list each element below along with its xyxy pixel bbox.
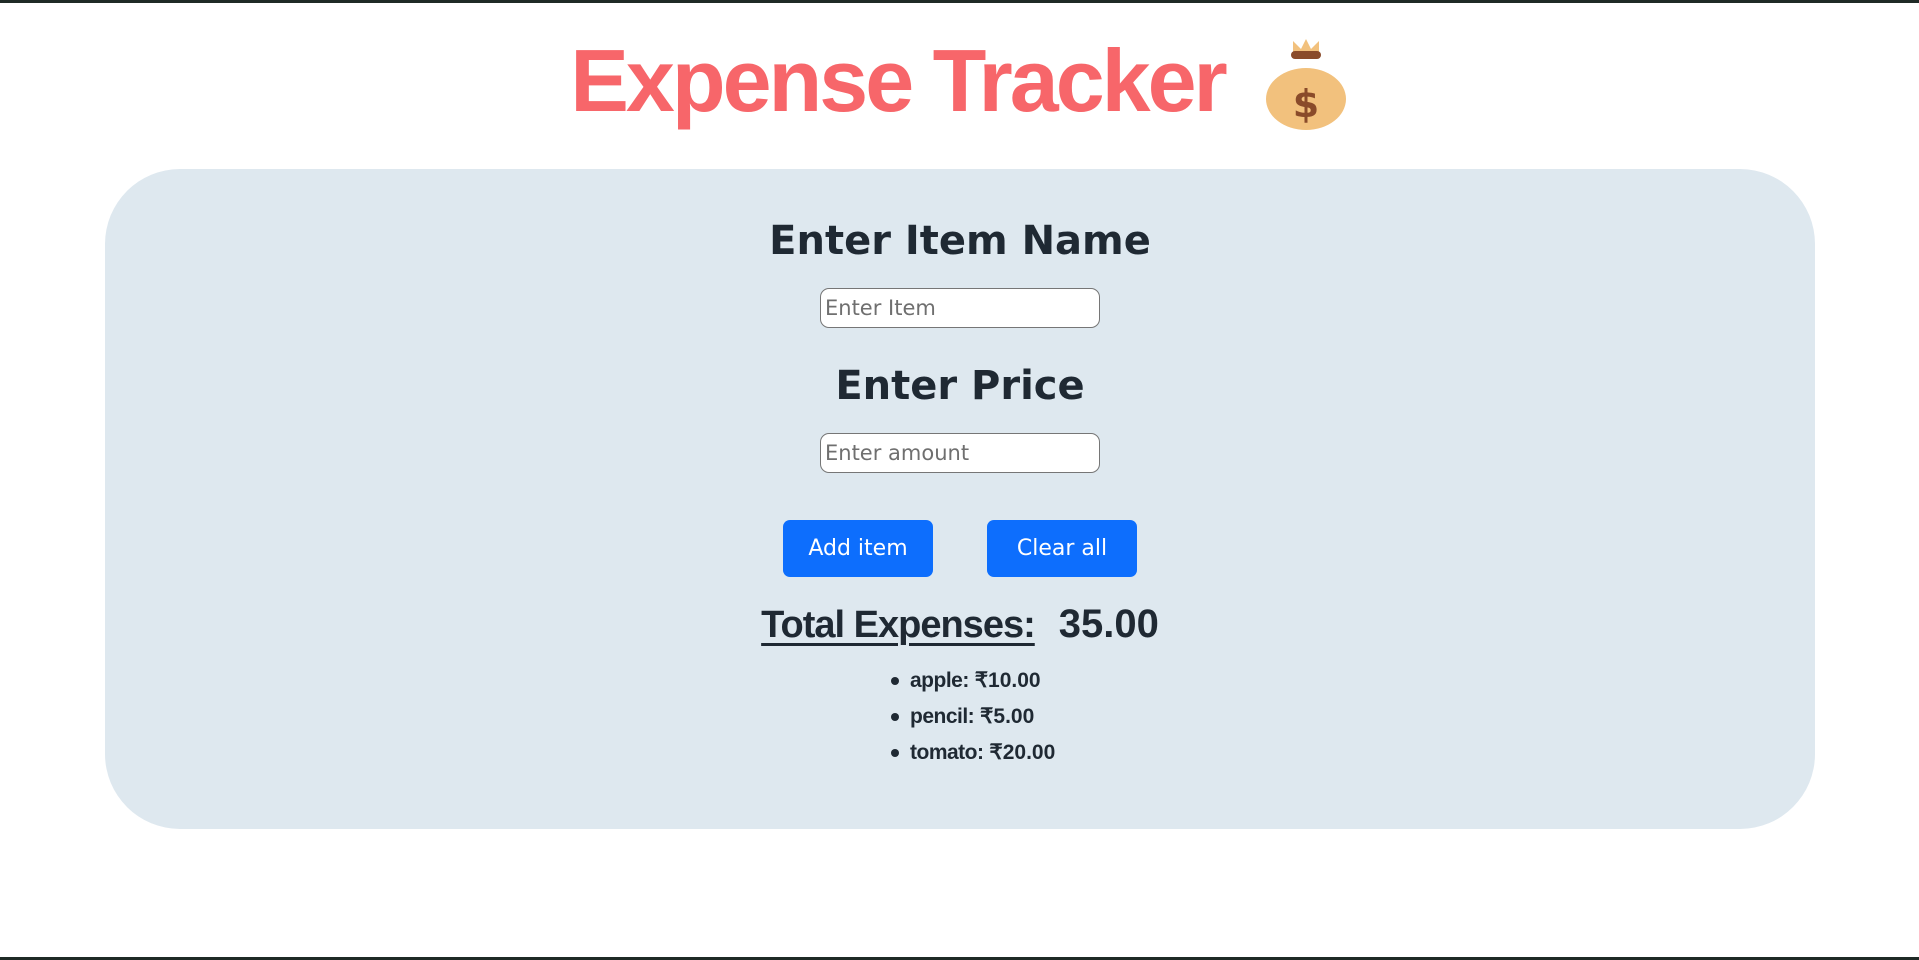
total-expenses-value: 35.00 [1058, 602, 1159, 646]
expense-list: apple: ₹10.00 pencil: ₹5.00 tomato: ₹20.… [891, 663, 1056, 771]
expense-amount: ₹5.00 [980, 705, 1035, 728]
svg-text:$: $ [1293, 82, 1319, 126]
item-name-input[interactable] [820, 288, 1100, 328]
bullet-icon [891, 713, 899, 721]
expense-form-card: Enter Item Name Enter Price Add item Cle… [105, 169, 1815, 829]
price-input[interactable] [820, 433, 1100, 473]
price-heading: Enter Price [835, 363, 1085, 409]
item-name-heading: Enter Item Name [769, 218, 1151, 264]
expense-amount: ₹10.00 [974, 669, 1041, 692]
page: Expense Tracker $ Enter Item Name Enter … [0, 0, 1919, 960]
clear-all-button[interactable]: Clear all [987, 520, 1137, 577]
add-item-button[interactable]: Add item [783, 520, 933, 577]
total-expenses-label: Total Expenses: [761, 604, 1036, 646]
list-item: apple: ₹10.00 [891, 663, 1055, 699]
header: Expense Tracker $ [0, 31, 1919, 131]
expense-name: pencil: [910, 705, 975, 728]
expense-name: apple: [910, 669, 969, 692]
list-item: pencil: ₹5.00 [891, 699, 1055, 735]
list-item: tomato: ₹20.00 [891, 735, 1056, 771]
bullet-icon [891, 749, 899, 757]
moneybag-icon: $ [1265, 39, 1346, 130]
bullet-icon [891, 677, 899, 685]
expense-name: tomato: [910, 741, 984, 764]
total-expenses: Total Expenses: 35.00 [105, 602, 1815, 647]
expense-amount: ₹20.00 [989, 741, 1056, 764]
app-title: Expense Tracker [570, 31, 1228, 130]
